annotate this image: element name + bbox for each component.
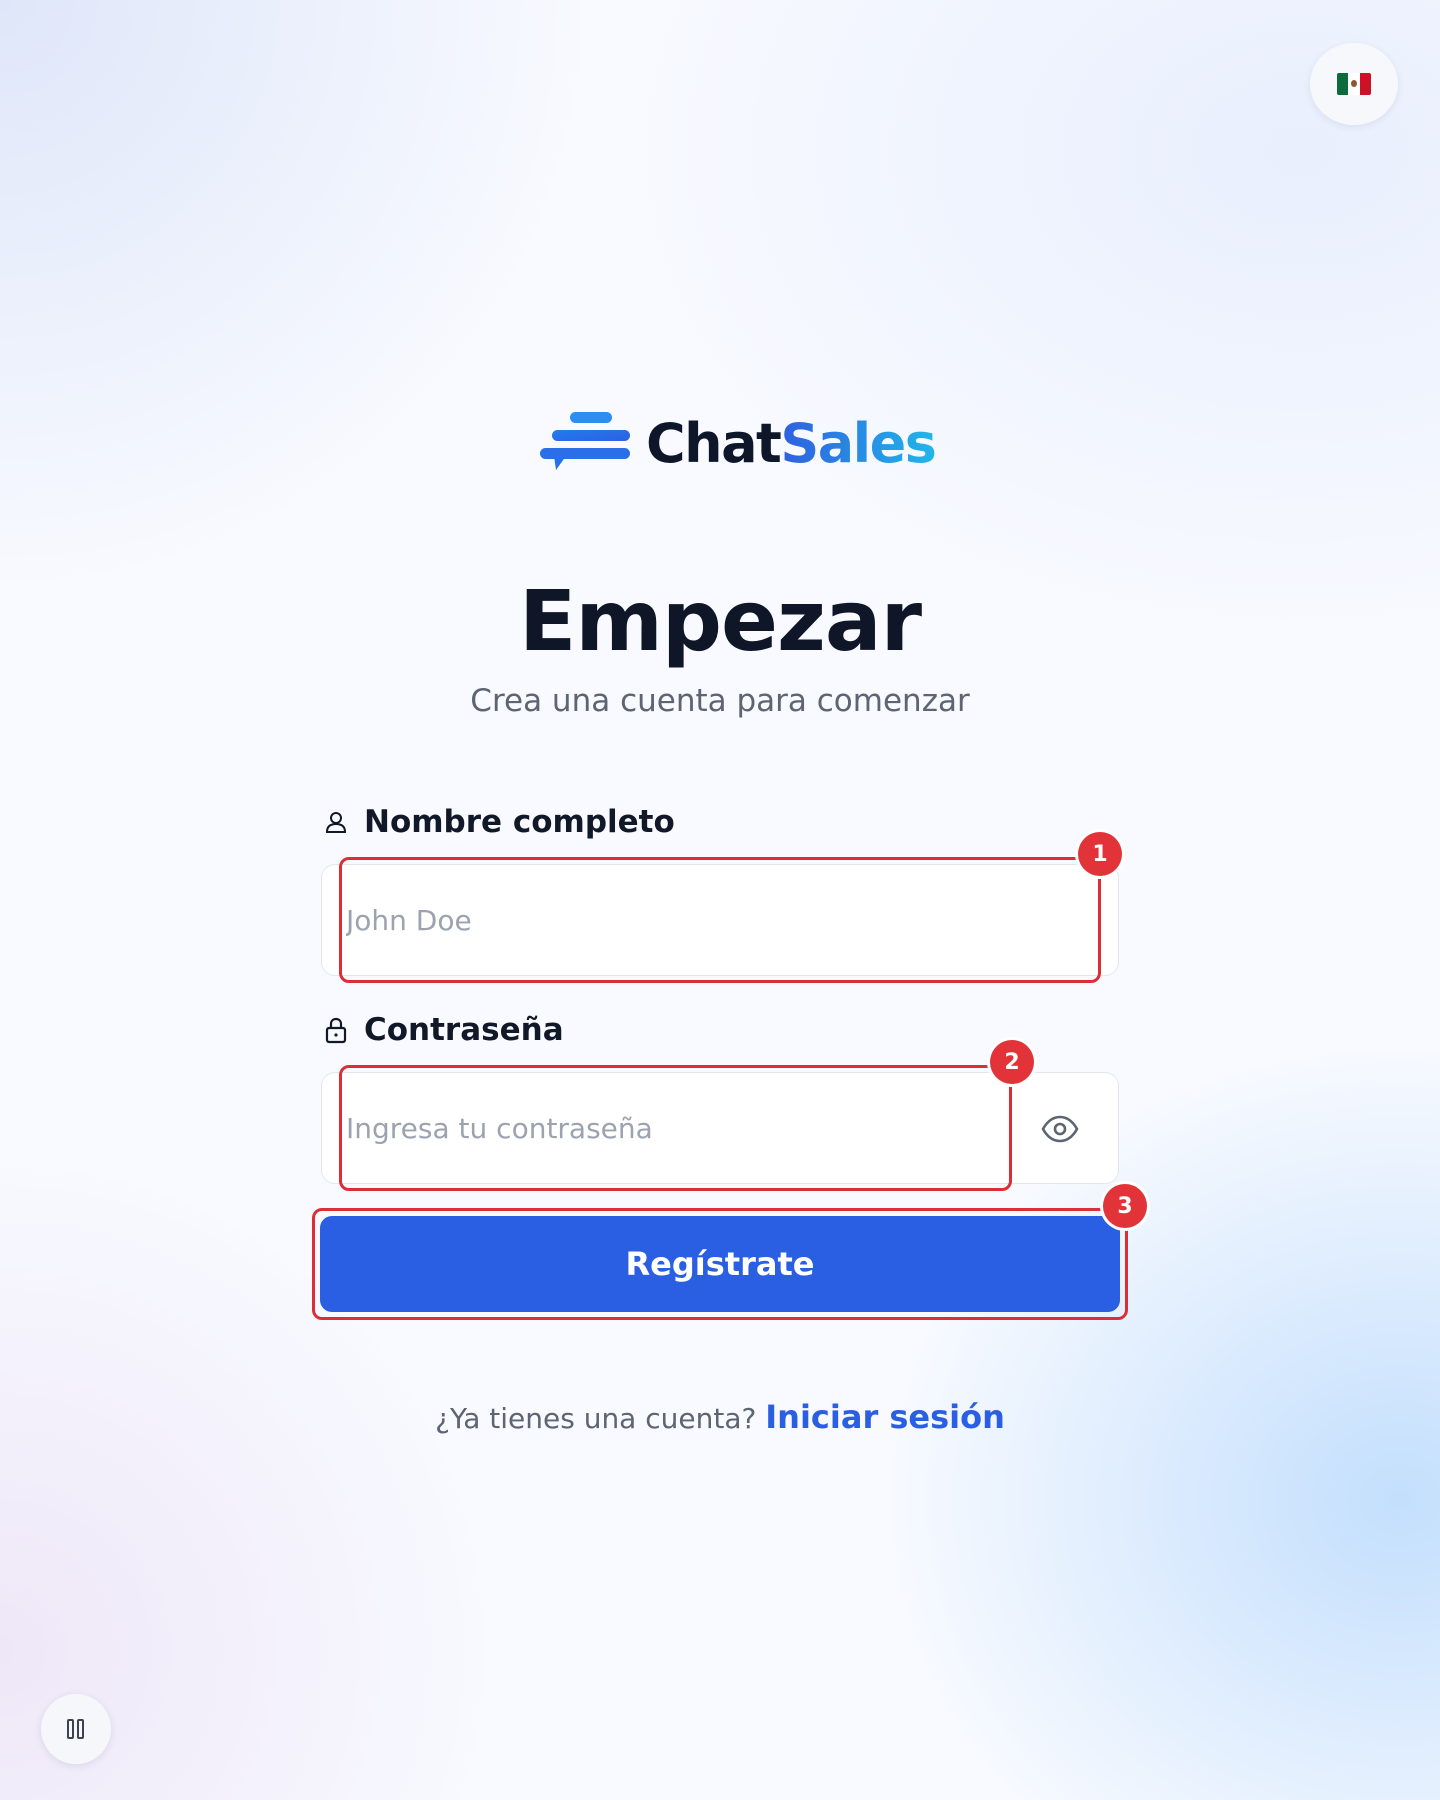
chat-bubble-logo-icon: [540, 412, 630, 470]
annotation-badge-3: 3: [1103, 1184, 1147, 1228]
page-title: Empezar: [518, 572, 922, 670]
signin-prompt-text: ¿Ya tienes una cuenta?: [435, 1402, 757, 1435]
user-icon: [325, 812, 347, 833]
pause-button[interactable]: [41, 1694, 111, 1764]
eye-icon: [1041, 1115, 1079, 1143]
brand-logo: ChatSales: [540, 408, 937, 478]
show-password-toggle[interactable]: [1040, 1110, 1080, 1148]
mexico-flag-icon: [1337, 73, 1371, 95]
signin-prompt: ¿Ya tienes una cuenta? Iniciar sesión: [0, 1398, 1440, 1436]
pause-icon: [67, 1719, 84, 1739]
name-field-container: [321, 864, 1119, 976]
language-selector-button[interactable]: [1310, 43, 1398, 125]
name-field-label-text: Nombre completo: [364, 804, 675, 840]
brand-name: ChatSales: [646, 411, 937, 475]
annotation-badge-2: 2: [990, 1040, 1034, 1084]
password-input[interactable]: [346, 1073, 1026, 1183]
page-subtitle: Crea una cuenta para comenzar: [470, 683, 970, 719]
brand-name-part2: Sales: [780, 411, 937, 475]
brand-name-part1: Chat: [646, 411, 782, 475]
annotation-badge-1: 1: [1078, 832, 1122, 876]
signin-link[interactable]: Iniciar sesión: [765, 1398, 1005, 1436]
register-button[interactable]: Regístrate: [320, 1216, 1120, 1312]
password-field-container: [321, 1072, 1119, 1184]
name-field-label: Nombre completo: [322, 804, 675, 840]
password-field-label: Contraseña: [322, 1012, 564, 1048]
password-field-label-text: Contraseña: [364, 1012, 564, 1048]
name-input[interactable]: [346, 865, 1026, 975]
lock-icon: [325, 1017, 347, 1044]
